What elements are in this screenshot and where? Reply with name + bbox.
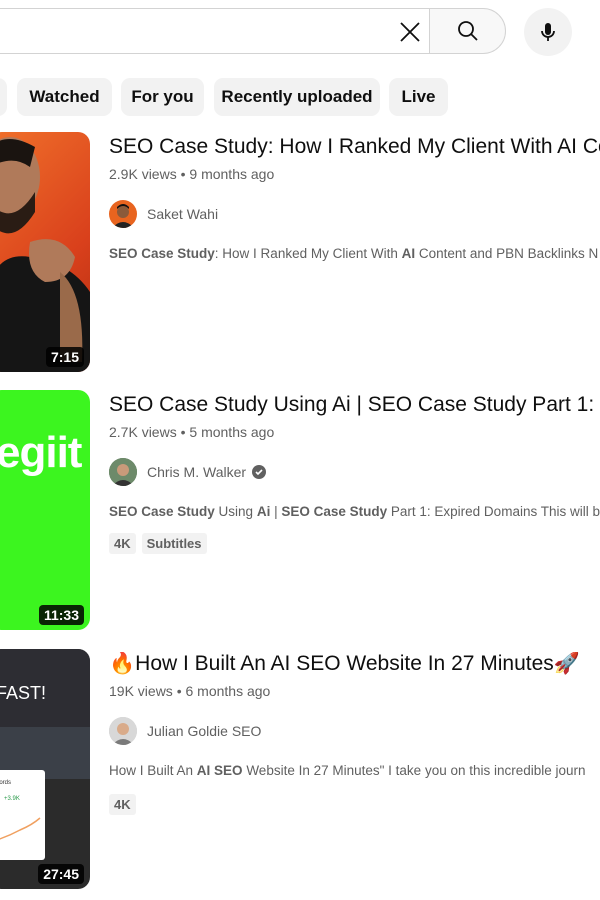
badge-list: 4K Subtitles <box>109 533 207 554</box>
upload-age: 6 months ago <box>185 683 271 699</box>
description-text: Website In 27 Minutes" I take you on thi… <box>242 763 586 778</box>
description-text: : How I Ranked My Client With <box>214 246 402 261</box>
chip-for-you[interactable]: For you <box>121 78 204 116</box>
video-description: How I Built An AI SEO Website In 27 Minu… <box>109 763 600 778</box>
description-highlight: AI SEO <box>196 763 243 778</box>
search-button[interactable] <box>429 8 506 54</box>
description-text: How I Built An <box>109 763 197 778</box>
thumbnail-logo-text: egiit <box>0 428 82 477</box>
view-count: 2.7K views <box>109 424 177 440</box>
thumbnail-chart-card: ywords +3.9K <box>0 770 45 860</box>
channel-info[interactable]: Saket Wahi <box>109 199 218 229</box>
video-result[interactable]: 7:15 SEO Case Study: How I Ranked My Cli… <box>0 132 600 372</box>
upload-age: 5 months ago <box>189 424 275 440</box>
video-meta: 2.9K views • 9 months ago <box>109 166 274 182</box>
description-text: Content and PBN Backlinks N <box>415 246 599 261</box>
view-count: 19K views <box>109 683 173 699</box>
video-title[interactable]: SEO Case Study Using Ai | SEO Case Study… <box>109 393 600 417</box>
upload-age: 9 months ago <box>189 166 275 182</box>
chip-watched[interactable]: Watched <box>17 78 112 116</box>
channel-name[interactable]: Chris M. Walker <box>147 464 246 480</box>
video-result[interactable]: egiit 11:33 SEO Case Study Using Ai | SE… <box>0 390 600 630</box>
avatar[interactable] <box>109 200 137 228</box>
voice-search-button[interactable] <box>524 8 572 56</box>
video-title[interactable]: 🔥How I Built An AI SEO Website In 27 Min… <box>109 652 600 676</box>
search-input[interactable] <box>0 8 430 55</box>
badge-list: 4K <box>109 794 136 815</box>
video-duration: 7:15 <box>45 347 84 367</box>
thumbnail-headline-text: FAST! <box>0 683 47 703</box>
channel-info[interactable]: Chris M. Walker <box>109 457 267 487</box>
description-highlight: Ai <box>256 504 271 519</box>
video-thumbnail[interactable]: 7:15 <box>0 132 90 372</box>
description-highlight: SEO Case Study <box>281 504 388 519</box>
video-meta: 2.7K views • 5 months ago <box>109 424 274 440</box>
video-result[interactable]: FAST! ywords +3.9K 27:45 🔥How I Built An… <box>0 649 600 889</box>
clear-search-button[interactable] <box>390 16 430 48</box>
description-text: Part 1: Expired Domains This will b <box>387 504 600 519</box>
video-description: SEO Case Study Using Ai | SEO Case Study… <box>109 504 600 519</box>
video-duration: 11:33 <box>38 605 84 625</box>
avatar[interactable] <box>109 458 137 486</box>
close-icon <box>400 22 420 42</box>
search-icon <box>457 21 478 41</box>
verified-icon <box>252 465 267 479</box>
description-highlight: SEO Case Study <box>109 246 215 261</box>
description-text: Using <box>214 504 257 519</box>
search-field[interactable] <box>6 9 390 55</box>
video-title[interactable]: SEO Case Study: How I Ranked My Client W… <box>109 135 600 159</box>
view-count: 2.9K views <box>109 166 177 182</box>
filter-chips: Watched For you Recently uploaded Live <box>0 78 600 116</box>
person-thumbnail-image <box>0 137 90 372</box>
description-highlight: AI <box>401 246 416 261</box>
microphone-icon <box>541 23 555 41</box>
channel-info[interactable]: Julian Goldie SEO <box>109 716 261 746</box>
badge-4k: 4K <box>109 533 136 554</box>
thumbnail-trend-line <box>0 817 41 840</box>
description-text: | <box>270 504 282 519</box>
video-meta: 19K views • 6 months ago <box>109 683 270 699</box>
video-thumbnail[interactable]: FAST! ywords +3.9K 27:45 <box>0 649 90 889</box>
meta-separator: • <box>176 683 186 699</box>
video-thumbnail[interactable]: egiit 11:33 <box>0 390 90 630</box>
avatar[interactable] <box>109 717 137 745</box>
video-description: SEO Case Study: How I Ranked My Client W… <box>109 246 600 261</box>
badge-4k: 4K <box>109 794 136 815</box>
channel-name[interactable]: Julian Goldie SEO <box>147 723 261 739</box>
chip-live[interactable]: Live <box>389 78 448 116</box>
description-highlight: SEO Case Study <box>109 504 215 519</box>
chip-partial[interactable] <box>0 78 7 116</box>
video-duration: 27:45 <box>38 864 84 884</box>
badge-subtitles: Subtitles <box>141 533 207 554</box>
channel-name[interactable]: Saket Wahi <box>147 206 218 222</box>
chip-recently-uploaded[interactable]: Recently uploaded <box>214 78 380 116</box>
